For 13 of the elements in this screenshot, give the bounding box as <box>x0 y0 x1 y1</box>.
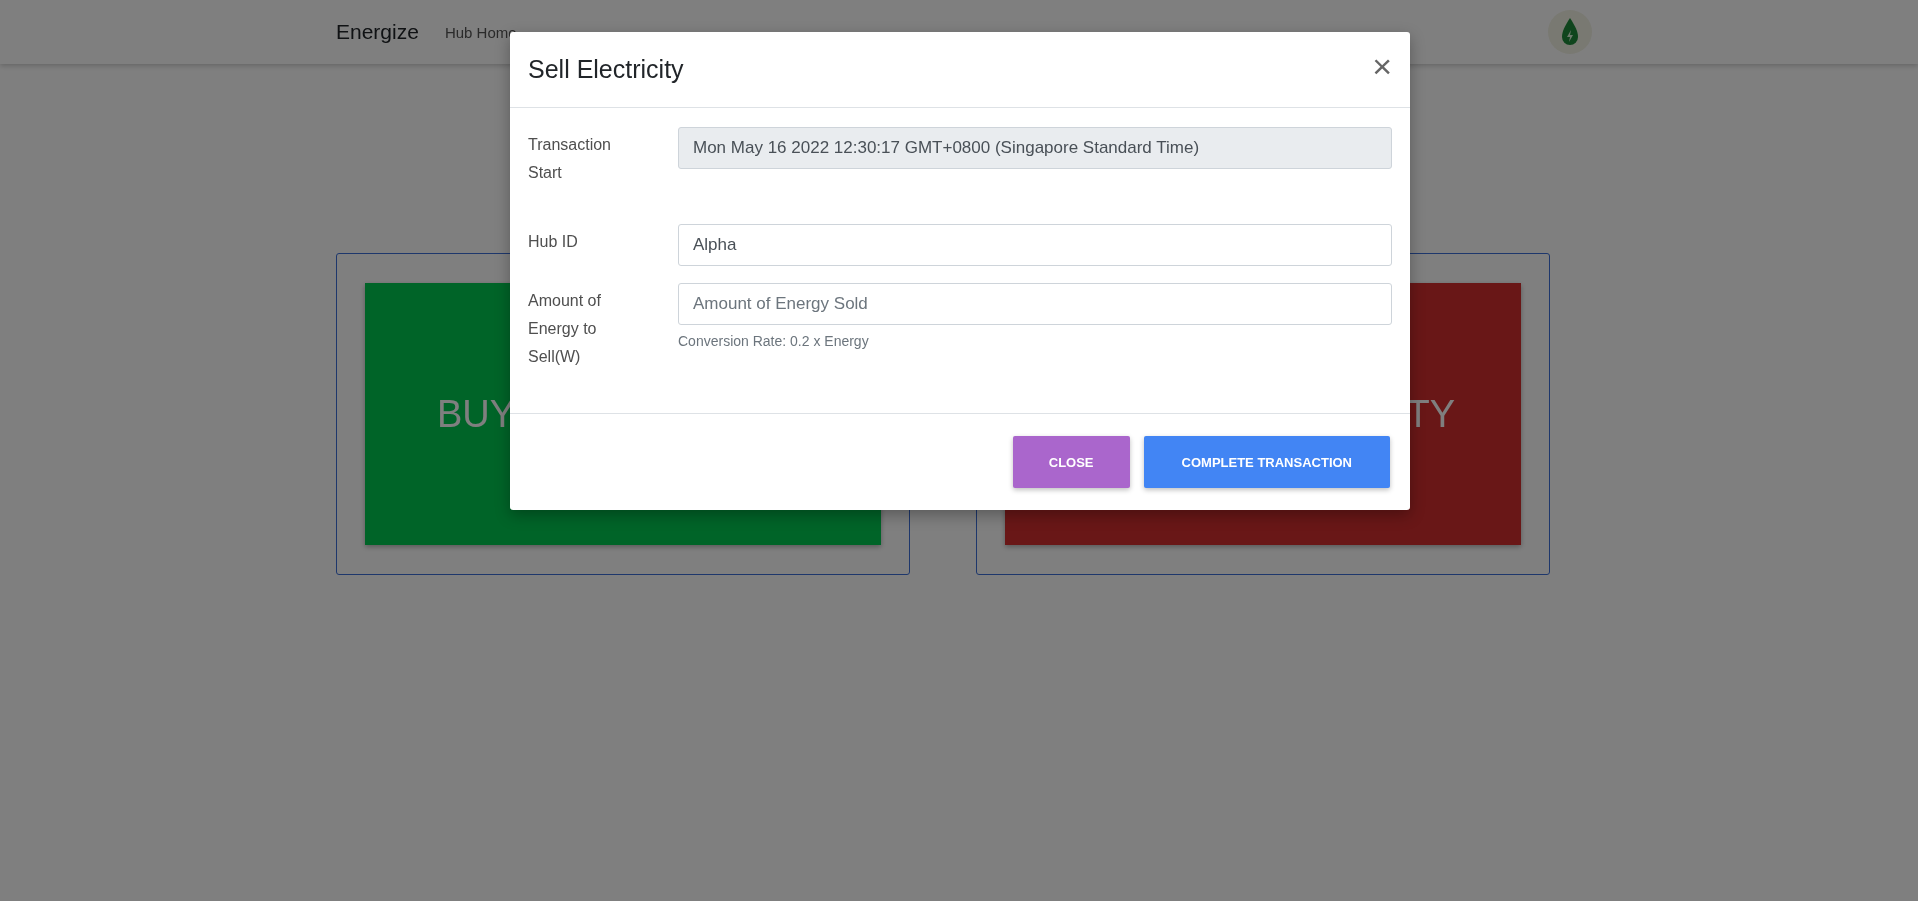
complete-button[interactable]: COMPLETE TRANSACTION <box>1143 436 1390 488</box>
modal-title: Sell Electricity <box>528 55 684 84</box>
field-label: Transaction Start <box>528 135 612 183</box>
close-button[interactable]: CLOSE <box>1012 436 1130 488</box>
input-field[interactable]: Alpha <box>678 224 1392 266</box>
field-label: Hub ID <box>528 232 579 252</box>
tile-label: BUY <box>437 392 516 436</box>
brand-name[interactable]: Energize <box>336 20 419 44</box>
help-text: Conversion Rate: 0.2 x Energy <box>678 333 870 349</box>
close-button[interactable]: × <box>1372 48 1392 83</box>
field-label: Amount of Energy to Sell(W) <box>528 291 602 367</box>
tile-label: TY <box>1406 392 1455 436</box>
input-field[interactable]: Amount of Energy Sold <box>678 283 1392 325</box>
